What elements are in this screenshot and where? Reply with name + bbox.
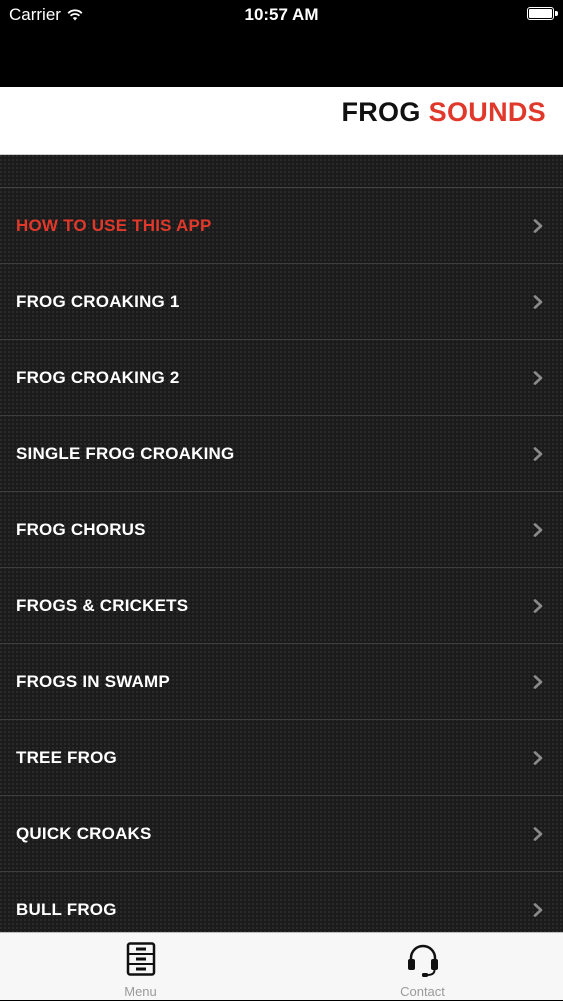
chevron-right-icon	[533, 218, 543, 233]
menu-item-frog-croaking-2[interactable]: FROG CROAKING 2	[0, 340, 563, 416]
menu-item-tree-frog[interactable]: TREE FROG	[0, 720, 563, 796]
chevron-right-icon	[533, 902, 543, 917]
menu-item-label: FROG CROAKING 1	[16, 291, 180, 311]
chevron-right-icon	[533, 674, 543, 689]
menu-item-frogs-in-swamp[interactable]: FROGS IN SWAMP	[0, 644, 563, 720]
chevron-right-icon	[533, 446, 543, 461]
menu-item-label: QUICK CROAKS	[16, 823, 152, 843]
menu-item-label: TREE FROG	[16, 747, 117, 767]
menu-item-frogs-and-crickets[interactable]: FROGS & CRICKETS	[0, 568, 563, 644]
battery-level	[529, 9, 552, 18]
tab-contact-label: Contact	[400, 984, 445, 999]
menu-item-label: SINGLE FROG CROAKING	[16, 443, 235, 463]
menu-item-label: BULL FROG	[16, 899, 117, 919]
menu-item-bull-frog[interactable]: BULL FROG	[0, 872, 563, 932]
app-title-part2: SOUNDS	[428, 97, 546, 127]
menu-item-single-frog-croaking[interactable]: SINGLE FROG CROAKING	[0, 416, 563, 492]
menu-item-quick-croaks[interactable]: QUICK CROAKS	[0, 796, 563, 872]
status-bar: Carrier 10:57 AM	[0, 0, 563, 87]
tab-menu-label: Menu	[124, 984, 157, 999]
menu-item-frog-croaking-1[interactable]: FROG CROAKING 1	[0, 264, 563, 340]
menu-item-label: FROG CHORUS	[16, 519, 146, 539]
chevron-right-icon	[533, 826, 543, 841]
cabinet-icon	[126, 942, 155, 976]
chevron-right-icon	[533, 522, 543, 537]
headset-icon	[407, 944, 438, 977]
menu-item-label: HOW TO USE THIS APP	[16, 215, 212, 235]
menu-item-label: FROGS & CRICKETS	[16, 595, 189, 615]
chevron-right-icon	[533, 598, 543, 613]
menu-item-label: FROGS IN SWAMP	[16, 671, 170, 691]
chevron-right-icon	[533, 294, 543, 309]
sound-menu-list[interactable]: HOW TO USE THIS APP FROG CROAKING 1 FROG…	[0, 155, 563, 932]
tab-menu[interactable]: Menu	[0, 933, 281, 1001]
tab-contact[interactable]: Contact	[282, 933, 563, 1001]
tab-bar: Menu Contact	[0, 932, 563, 1000]
menu-item-label: FROG CROAKING 2	[16, 367, 180, 387]
menu-item-how-to-use[interactable]: HOW TO USE THIS APP	[0, 188, 563, 264]
chevron-right-icon	[533, 370, 543, 385]
app-title: FROG SOUNDS	[341, 97, 546, 128]
chevron-right-icon	[533, 750, 543, 765]
app-header: FROG SOUNDS	[0, 87, 563, 155]
app-title-part1: FROG	[341, 97, 421, 127]
battery-icon	[527, 7, 558, 20]
menu-item-frog-chorus[interactable]: FROG CHORUS	[0, 492, 563, 568]
menu-top-spacer	[0, 155, 563, 188]
status-time: 10:57 AM	[244, 5, 319, 24]
